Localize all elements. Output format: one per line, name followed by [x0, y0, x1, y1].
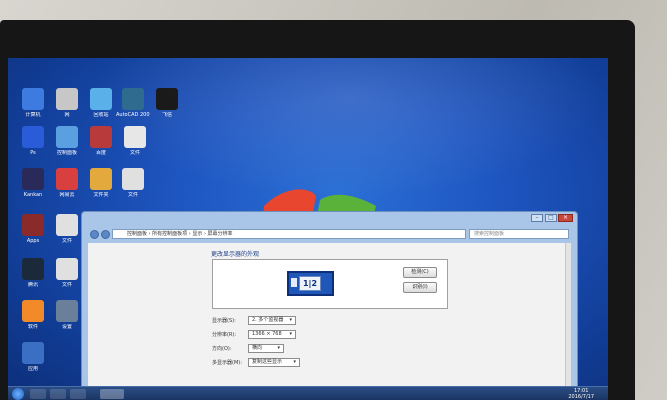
desktop-icon-label: 文件: [61, 238, 72, 244]
desktop-icon-label: 文件: [127, 192, 138, 198]
folder-icon: [90, 168, 112, 190]
desktop-icon-label: 文件: [129, 150, 140, 156]
desktop-icon-label: 文件: [61, 282, 72, 288]
system-clock[interactable]: 17:01 2016/7/17: [568, 388, 594, 400]
desktop-icon[interactable]: 百度: [84, 126, 118, 156]
desktop-screen: 计算机网回收站AutoCAD 2007 - 简体中文飞信Ps控制面板百度文件Ka…: [8, 58, 608, 400]
minimize-icon[interactable]: –: [531, 214, 543, 222]
desktop-icon-label: Ps: [30, 150, 36, 156]
scrollbar[interactable]: [565, 243, 571, 399]
detect-button[interactable]: 检测(C): [403, 267, 437, 278]
desktop-icon-label: 百度: [95, 150, 106, 156]
taskbar-app-ie[interactable]: [30, 389, 46, 399]
app-icon: [22, 214, 44, 236]
desktop-icon[interactable]: 网易云: [50, 168, 84, 198]
desktop-icon[interactable]: 回收站: [84, 88, 118, 118]
desktop-icon[interactable]: 控制面板: [50, 126, 84, 156]
desktop-icon[interactable]: AutoCAD 2007 - 简体中文: [116, 88, 150, 118]
desktop-icon-label: 回收站: [93, 112, 109, 118]
desktop-icon-label: 应用: [27, 366, 38, 372]
display-preview: 1|2 检测(C) 识别(I): [212, 259, 448, 309]
desktop-icon[interactable]: 计算机: [16, 88, 50, 118]
desktop-icon-label: AutoCAD 2007 - 简体中文: [116, 112, 150, 118]
taskbar-app-control-panel[interactable]: [100, 389, 124, 399]
desktop-icon-label: 腾讯: [27, 282, 38, 288]
desktop-icon[interactable]: 文件: [116, 168, 150, 198]
desktop-icon-label: 计算机: [25, 112, 41, 118]
desktop-icon[interactable]: 文件: [50, 214, 84, 244]
secondary-screen-icon: [291, 278, 297, 287]
monitor-number: 1|2: [299, 276, 321, 291]
orientation-row: 方向(O): 横向 ▾: [212, 343, 284, 353]
file-icon: [124, 126, 146, 148]
file-icon: [122, 168, 144, 190]
address-bar: 控制面板 › 所有控制面板项 › 显示 › 屏幕分辨率 搜索控制面板: [90, 228, 569, 240]
close-icon[interactable]: ×: [558, 214, 573, 222]
desktop-icon-label: 文件夹: [93, 192, 109, 198]
software-icon: [22, 300, 44, 322]
desktop-icon[interactable]: 应用: [16, 342, 50, 372]
desktop-icon[interactable]: Kankan: [16, 168, 50, 198]
app-icon: [22, 342, 44, 364]
computer-icon: [22, 88, 44, 110]
desktop-icon[interactable]: 文件: [118, 126, 152, 156]
multi-display-select[interactable]: 复制这些显示 ▾: [248, 357, 300, 367]
netease-icon: [56, 168, 78, 190]
breadcrumb[interactable]: 控制面板 › 所有控制面板项 › 显示 › 屏幕分辨率: [112, 229, 466, 239]
window-content: 更改显示器的外观 1|2 检测(C) 识别(I) 显示器(S): 2. 多个监视…: [88, 243, 571, 399]
desktop-icon-label: 控制面板: [56, 150, 77, 156]
desktop-icon-label: 飞信: [161, 112, 172, 118]
resolution-select[interactable]: 1366 × 768 ▾: [248, 329, 296, 339]
control-panel-icon: [56, 126, 78, 148]
back-icon[interactable]: [90, 229, 99, 239]
taskbar-app-explorer[interactable]: [50, 389, 66, 399]
recycle-bin-icon: [90, 88, 112, 110]
file-icon: [56, 258, 78, 280]
resolution-row: 分辨率(R): 1366 × 768 ▾: [212, 329, 296, 339]
monitor-icon[interactable]: 1|2: [287, 271, 334, 296]
network-icon: [56, 88, 78, 110]
fetion-icon: [156, 88, 178, 110]
page-title: 更改显示器的外观: [211, 251, 260, 258]
identify-button[interactable]: 识别(I): [403, 282, 437, 293]
desktop-icon[interactable]: Apps: [16, 214, 50, 244]
desktop-icon-label: 网: [64, 112, 70, 118]
taskbar-app-media[interactable]: [70, 389, 86, 399]
desktop-icon-label: 软件: [27, 324, 38, 330]
taskbar: 17:01 2016/7/17: [8, 386, 608, 400]
file-icon: [56, 214, 78, 236]
desktop-icon[interactable]: 文件: [50, 258, 84, 288]
display-select[interactable]: 2. 多个监视器 ▾: [248, 315, 296, 325]
desktop-icon[interactable]: 文件夹: [84, 168, 118, 198]
start-button[interactable]: [12, 388, 24, 400]
desktop-icon[interactable]: 腾讯: [16, 258, 50, 288]
autocad-icon: [122, 88, 144, 110]
window-caption: – □ ×: [82, 212, 577, 226]
settings-icon: [56, 300, 78, 322]
desktop-icon-label: 设置: [61, 324, 72, 330]
desktop-icon-label: 网易云: [59, 192, 75, 198]
multi-display-row: 多显示器(M): 复制这些显示 ▾: [212, 357, 300, 367]
display-row: 显示器(S): 2. 多个监视器 ▾: [212, 315, 296, 325]
screen-resolution-window: – □ × 控制面板 › 所有控制面板项 › 显示 › 屏幕分辨率 搜索控制面板…: [81, 211, 578, 400]
search-input[interactable]: 搜索控制面板: [469, 229, 569, 239]
qq-icon: [22, 258, 44, 280]
desktop-icon-label: Kankan: [23, 192, 43, 198]
desktop-icon[interactable]: 软件: [16, 300, 50, 330]
desktop-icon[interactable]: 网: [50, 88, 84, 118]
desktop-icon[interactable]: 设置: [50, 300, 84, 330]
desktop-icon[interactable]: Ps: [16, 126, 50, 156]
desktop-icon-label: Apps: [26, 238, 40, 244]
orientation-select[interactable]: 横向 ▾: [248, 343, 284, 353]
desktop-icon[interactable]: 飞信: [150, 88, 184, 118]
player-icon: [22, 168, 44, 190]
forward-icon[interactable]: [101, 229, 110, 239]
maximize-icon[interactable]: □: [545, 214, 557, 222]
photoshop-icon: [22, 126, 44, 148]
baidu-icon: [90, 126, 112, 148]
